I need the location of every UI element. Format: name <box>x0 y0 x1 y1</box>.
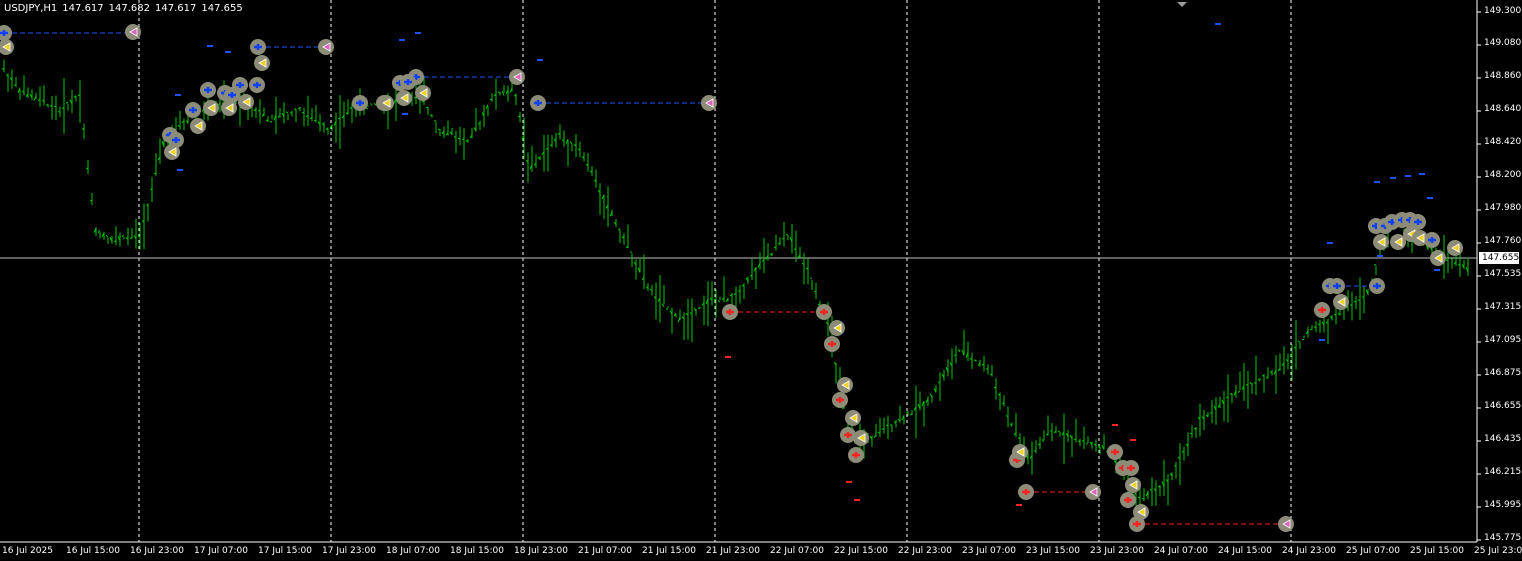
time-tick: 22 Jul 15:00 <box>834 546 888 556</box>
time-tick: 25 Jul 23:00 <box>1474 546 1522 556</box>
time-tick: 24 Jul 07:00 <box>1154 546 1208 556</box>
price-tick: 147.095 <box>1484 335 1522 345</box>
time-tick: 16 Jul 2025 <box>2 546 53 556</box>
price-chart[interactable]: USDJPY,H1 147.617 147.682 147.617 147.655 14… <box>0 0 1522 561</box>
time-tick: 25 Jul 15:00 <box>1410 546 1464 556</box>
time-tick: 24 Jul 23:00 <box>1282 546 1336 556</box>
time-tick: 21 Jul 15:00 <box>642 546 696 556</box>
ohlc-open-tick <box>257 109 261 112</box>
ohlc-open-tick <box>105 234 109 238</box>
ohlc-open-tick <box>77 94 81 96</box>
chart-canvas[interactable] <box>0 0 1522 561</box>
ohlc-open-tick <box>989 373 993 376</box>
ohlc-open-tick <box>57 111 61 113</box>
time-tick: 17 Jul 07:00 <box>194 546 248 556</box>
price-tick: 146.875 <box>1484 368 1522 378</box>
ohlc-open-tick <box>65 101 69 104</box>
time-tick: 24 Jul 15:00 <box>1218 546 1272 556</box>
ohlc-open-tick <box>997 393 1001 396</box>
ohlc-open-tick <box>881 428 885 430</box>
price-tick: 146.215 <box>1484 467 1522 477</box>
ohlc-open-tick <box>773 246 777 249</box>
ohlc-open-tick <box>153 172 157 175</box>
ohlc-open-tick <box>713 298 717 301</box>
price-tick: 147.315 <box>1484 302 1522 312</box>
time-tick: 23 Jul 15:00 <box>1026 546 1080 556</box>
ohlc-open-tick <box>717 300 721 303</box>
time-tick: 25 Jul 07:00 <box>1346 546 1400 556</box>
time-tick: 16 Jul 15:00 <box>66 546 120 556</box>
time-tick: 23 Jul 07:00 <box>962 546 1016 556</box>
high-value: 147.682 <box>108 3 151 14</box>
time-tick: 21 Jul 23:00 <box>706 546 760 556</box>
time-tick: 22 Jul 23:00 <box>898 546 952 556</box>
ohlc-open-tick <box>121 234 125 238</box>
chart-header: USDJPY,H1 147.617 147.682 147.617 147.655 <box>4 3 248 14</box>
ohlc-open-tick <box>497 91 501 94</box>
ohlc-open-tick <box>1133 493 1137 495</box>
price-tick: 146.435 <box>1484 434 1522 444</box>
price-tick: 148.640 <box>1484 104 1522 114</box>
ohlc-open-tick <box>1301 338 1305 341</box>
price-tick: 149.080 <box>1484 38 1522 48</box>
scroll-marker-icon <box>1177 2 1187 7</box>
price-tick: 149.300 <box>1484 6 1522 16</box>
ohlc-open-tick <box>569 140 573 145</box>
ohlc-open-tick <box>1237 390 1241 393</box>
ohlc-open-tick <box>269 120 273 123</box>
ohlc-open-tick <box>373 102 377 106</box>
time-tick: 22 Jul 07:00 <box>770 546 824 556</box>
time-tick: 17 Jul 15:00 <box>258 546 312 556</box>
time-tick: 23 Jul 23:00 <box>1090 546 1144 556</box>
ohlc-open-tick <box>985 368 989 370</box>
time-tick: 18 Jul 23:00 <box>514 546 568 556</box>
ohlc-open-tick <box>737 290 741 292</box>
ohlc-open-tick <box>585 164 589 166</box>
price-tick: 145.775 <box>1484 533 1522 543</box>
price-tick: 147.760 <box>1484 236 1522 246</box>
time-tick: 18 Jul 15:00 <box>450 546 504 556</box>
ohlc-open-tick <box>1045 433 1049 436</box>
symbol-label: USDJPY,H1 <box>4 3 58 14</box>
ohlc-open-tick <box>1057 430 1061 433</box>
price-tick: 148.860 <box>1484 71 1522 81</box>
ohlc-open-tick <box>285 111 289 114</box>
ohlc-open-tick <box>433 119 437 122</box>
low-value: 147.617 <box>155 3 197 14</box>
ohlc-open-tick <box>749 274 753 277</box>
ohlc-open-tick <box>145 204 149 206</box>
current-price-label: 147.655 <box>1479 252 1519 264</box>
price-tick: 147.980 <box>1484 203 1522 213</box>
ohlc-open-tick <box>665 308 669 311</box>
close-value: 147.655 <box>201 3 243 14</box>
price-tick: 148.200 <box>1484 170 1522 180</box>
price-tick: 147.535 <box>1484 269 1522 279</box>
ohlc-open-tick <box>1297 340 1301 343</box>
ohlc-open-tick <box>489 98 493 101</box>
ohlc-open-tick <box>785 233 789 236</box>
ohlc-open-tick <box>137 235 141 238</box>
open-value: 147.617 <box>62 3 104 14</box>
price-tick: 146.655 <box>1484 401 1522 411</box>
ohlc-open-tick <box>517 115 521 118</box>
price-tick: 145.995 <box>1484 500 1522 510</box>
time-tick: 21 Jul 07:00 <box>578 546 632 556</box>
ohlc-open-tick <box>629 251 633 254</box>
time-tick: 18 Jul 07:00 <box>386 546 440 556</box>
time-tick: 16 Jul 23:00 <box>130 546 184 556</box>
ohlc-open-tick <box>1085 442 1089 445</box>
time-tick: 17 Jul 23:00 <box>322 546 376 556</box>
ohlc-open-tick <box>365 107 369 110</box>
price-tick: 148.420 <box>1484 137 1522 147</box>
ohlc-open-tick <box>61 107 65 109</box>
ohlc-open-tick <box>369 103 373 105</box>
ohlc-open-tick <box>1333 313 1337 316</box>
